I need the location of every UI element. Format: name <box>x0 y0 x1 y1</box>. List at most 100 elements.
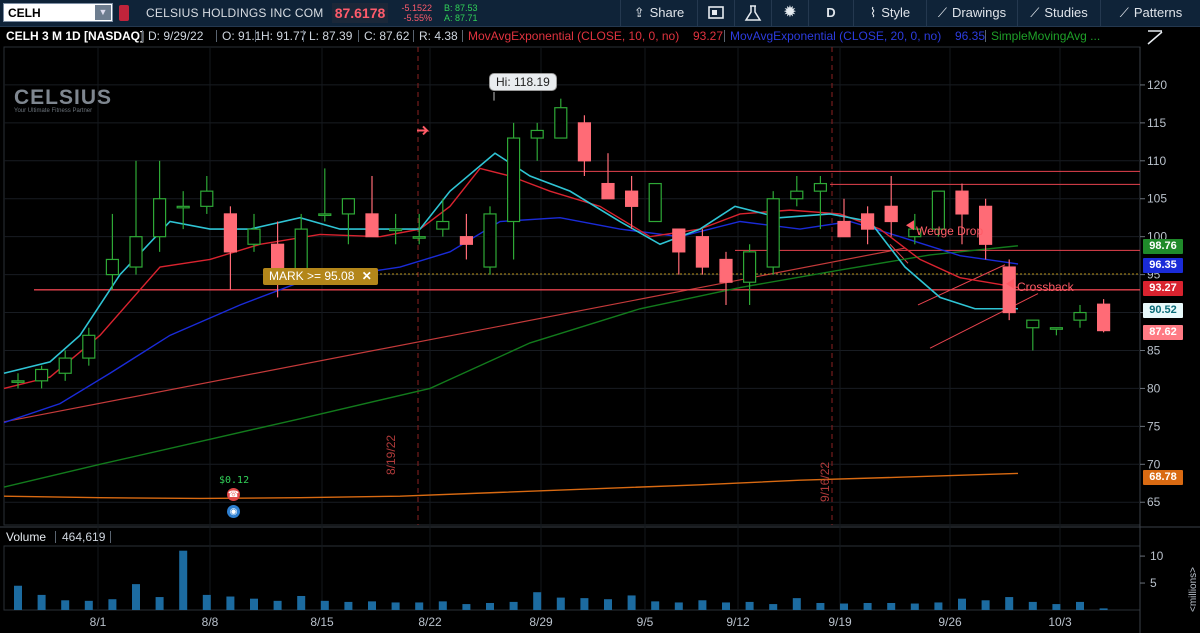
candle-body <box>153 198 167 238</box>
candle-body <box>695 236 710 268</box>
candle-body <box>719 258 733 283</box>
volume-bar <box>1005 597 1014 610</box>
candle-body <box>530 129 544 139</box>
tag-last: 87.62 <box>1143 325 1183 340</box>
volume-bar <box>226 596 235 610</box>
crossback-label: Crossback <box>1017 280 1074 294</box>
candle-body <box>459 236 473 245</box>
x-tick-label: 8/15 <box>310 615 334 629</box>
mark-label[interactable]: MARK >= 95.08 ✕ <box>263 268 378 285</box>
x-tick-label: 9/5 <box>637 615 654 629</box>
x-tick-label: 8/1 <box>90 615 107 629</box>
volume-tick-label: 5 <box>1150 576 1157 590</box>
volume-bar <box>486 602 494 610</box>
candle-body <box>34 368 49 382</box>
candle-body <box>601 182 615 200</box>
volume-bar <box>108 599 117 610</box>
wedge-drop-label: Wedge Drop <box>916 224 984 238</box>
volume-header: Volume 464,619 <box>0 528 1140 546</box>
volume-label: Volume <box>6 530 47 544</box>
volume-bar <box>320 600 329 610</box>
mark-close-icon[interactable]: ✕ <box>362 269 372 283</box>
candle-body <box>837 220 851 238</box>
tag-ema-cyan: 90.52 <box>1143 303 1183 318</box>
candle-body <box>766 198 780 268</box>
volume-bar <box>132 584 140 610</box>
candle-body <box>1049 327 1064 330</box>
volume-unit: <millions> <box>1188 566 1199 612</box>
candle-body <box>341 198 355 215</box>
candle-body <box>742 251 757 283</box>
candle-body <box>884 205 898 223</box>
volume-tick-label: 10 <box>1150 549 1164 563</box>
date-mark-1: 8/19/22 <box>384 434 398 475</box>
volume-bar <box>627 595 636 610</box>
volume-bar <box>769 604 778 610</box>
company-logo: CELSIUS Your Ultimate Fitness Partner <box>14 86 112 114</box>
tag-ema20: 96.35 <box>1143 258 1183 273</box>
y-tick-label: 115 <box>1147 116 1166 130</box>
candle-body <box>624 190 639 207</box>
candle-body <box>176 205 190 209</box>
date-mark-2: 9/16/22 <box>818 461 832 502</box>
volume-bar <box>509 601 518 610</box>
x-tick-label: 8/29 <box>529 615 553 629</box>
candle-body <box>58 357 72 374</box>
volume-bar <box>37 594 46 610</box>
volume-bar <box>415 602 424 610</box>
volume-bar <box>533 592 542 610</box>
candle-body <box>365 213 379 238</box>
candle-body <box>318 213 332 217</box>
logo-wordmark: CELSIUS <box>14 86 113 109</box>
volume-bar <box>250 598 258 610</box>
x-tick-label: 9/26 <box>938 615 962 629</box>
candle-body <box>813 182 828 192</box>
volume-bar <box>792 598 801 610</box>
candle-body <box>1096 303 1111 332</box>
y-tick-label: 80 <box>1147 381 1161 395</box>
volume-bar <box>604 599 612 610</box>
volume-bar <box>273 600 282 610</box>
volume-bar <box>958 598 966 610</box>
x-tick-label: 9/12 <box>726 615 750 629</box>
volume-bar <box>816 602 825 610</box>
candle-body <box>389 228 403 232</box>
tag-ema10: 93.27 <box>1143 281 1183 296</box>
volume-bar <box>745 601 754 610</box>
volume-bar <box>438 601 447 610</box>
candle-body <box>648 182 662 223</box>
y-tick-label: 120 <box>1147 78 1167 92</box>
candle-body <box>105 258 120 276</box>
candle-body <box>554 107 568 139</box>
volume-bar <box>580 598 589 610</box>
candle-body <box>860 213 875 230</box>
volume-bar <box>1099 608 1108 610</box>
volume-bar <box>674 602 683 610</box>
candle-body <box>247 228 261 245</box>
candle-body <box>436 220 450 230</box>
candle-body <box>672 228 686 253</box>
volume-bar <box>556 597 565 610</box>
candle-body <box>200 190 214 207</box>
candle-body <box>11 380 25 383</box>
volume-bar <box>651 601 660 610</box>
volume-bar <box>344 601 353 610</box>
candle-body <box>790 190 804 200</box>
volume-bar <box>1052 604 1061 610</box>
volume-bar <box>297 595 306 610</box>
candle-body <box>412 236 426 239</box>
volume-bar <box>391 602 400 610</box>
volume-bar <box>179 550 188 610</box>
candle-body <box>82 334 96 359</box>
earnings-icon[interactable]: ◉ <box>227 505 240 518</box>
volume-bar <box>202 594 211 610</box>
volume-bar <box>910 603 919 610</box>
volume-bar <box>722 602 730 610</box>
volume-bar <box>462 604 471 610</box>
y-tick-label: 85 <box>1147 343 1161 357</box>
dividend-icon[interactable]: ☎ <box>227 488 240 501</box>
price-panel <box>3 46 1141 526</box>
volume-bar <box>934 602 943 610</box>
candle-body <box>223 213 237 253</box>
candle-body <box>1073 311 1087 321</box>
